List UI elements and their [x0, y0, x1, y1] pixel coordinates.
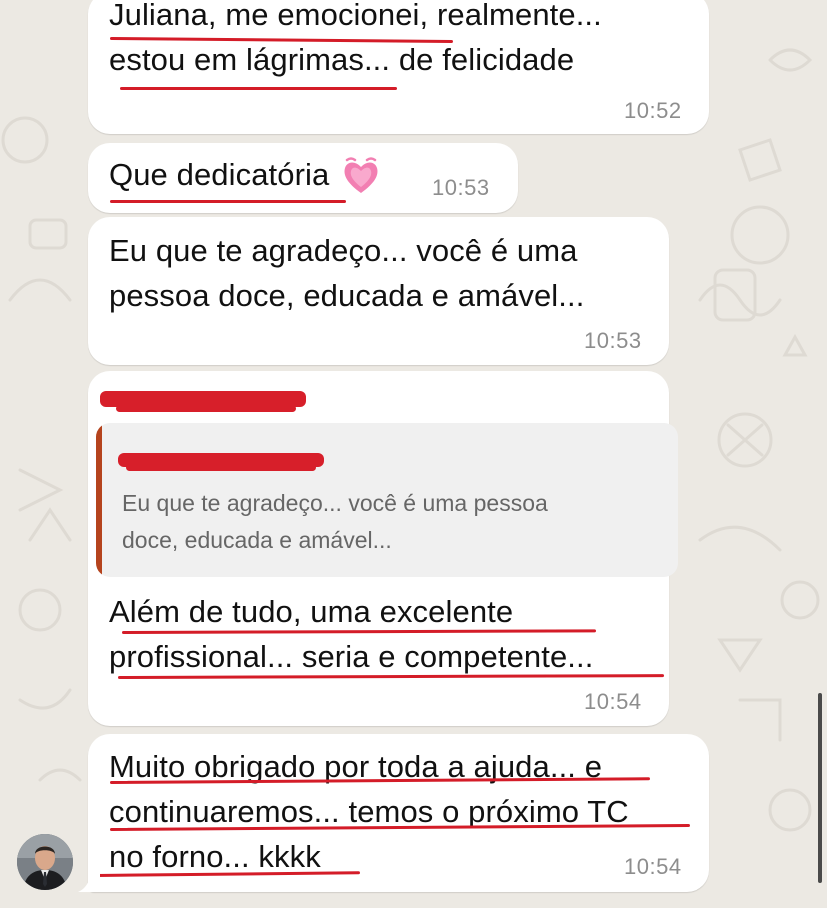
- quoted-message[interactable]: Eu que te agradeço... você é uma pessoa …: [96, 423, 678, 577]
- message-bubble[interactable]: Eu que te agradeço... você é uma pessoa …: [88, 371, 678, 726]
- message-bubble[interactable]: Muito obrigado por toda a ajuda... e con…: [88, 734, 709, 892]
- message-text: Eu que te agradeço... você é uma pessoa …: [109, 233, 585, 313]
- scrollbar[interactable]: [818, 693, 822, 883]
- message-bubble[interactable]: Eu que te agradeço... você é uma pessoa …: [88, 217, 669, 365]
- message-time: 10:54: [624, 854, 682, 879]
- quote-accent-bar: [96, 423, 102, 577]
- message-bubble[interactable]: Que dedicatória 10:53: [88, 143, 518, 213]
- message-time: 10:53: [432, 175, 490, 200]
- message-time: 10:52: [624, 98, 682, 123]
- message-text: Que dedicatória: [109, 157, 330, 192]
- annotation-underline: [110, 200, 346, 203]
- contact-avatar[interactable]: [17, 834, 73, 890]
- redaction-stroke: [126, 464, 316, 471]
- annotation-underline: [120, 87, 397, 90]
- bubble-tail: [78, 872, 100, 892]
- quoted-text: Eu que te agradeço... você é uma pessoa …: [122, 490, 548, 553]
- message-text: Além de tudo, uma excelente profissional…: [109, 594, 594, 674]
- message-text: Muito obrigado por toda a ajuda... e con…: [109, 749, 629, 874]
- growing-heart-icon: [344, 157, 378, 193]
- message-time: 10:53: [584, 328, 642, 353]
- message-time: 10:54: [584, 689, 642, 714]
- redaction-stroke: [116, 405, 296, 412]
- message-bubble[interactable]: Juliana, me emocionei, realmente... esto…: [88, 0, 709, 134]
- person-photo: [17, 834, 73, 890]
